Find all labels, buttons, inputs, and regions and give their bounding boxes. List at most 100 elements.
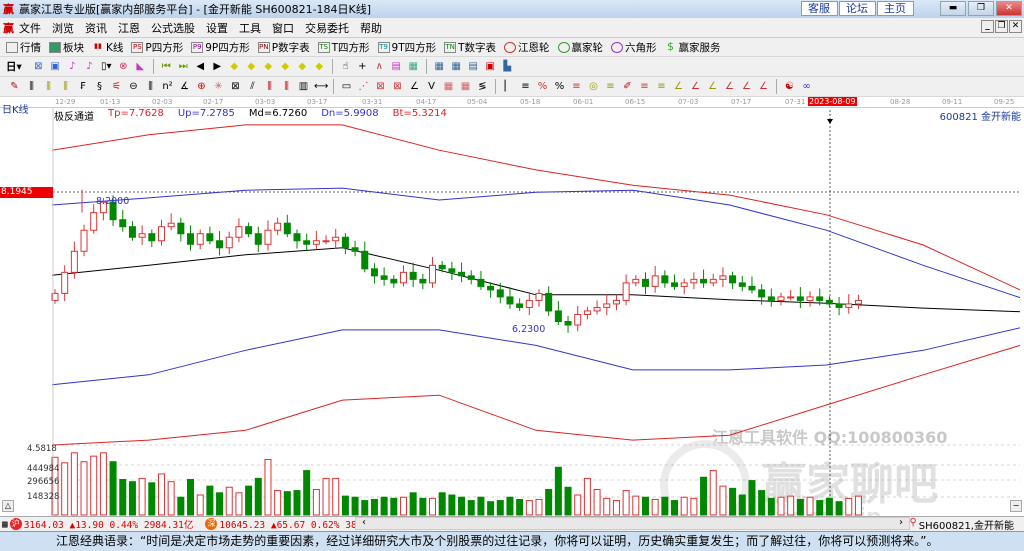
fan-icon[interactable]: ⚟ [110,80,123,93]
expand-panel-button[interactable]: △ [2,500,14,512]
info-icon[interactable]: ▣ [49,60,62,73]
crosshair-icon[interactable]: + [356,60,369,73]
zoom-icon[interactable]: ◆ [228,60,241,73]
menu-news[interactable]: 资讯 [85,20,107,36]
draw-icon[interactable]: ∧ [373,60,386,73]
percent2-icon[interactable]: ≡ [570,80,583,93]
star-icon[interactable]: ✳ [212,80,225,93]
angle5-icon[interactable]: ∠ [706,80,719,93]
restore-button[interactable]: ❐ [968,1,994,16]
yin-yang-icon[interactable]: ☯ [783,80,796,93]
menu-trade[interactable]: 交易委托 [305,20,349,36]
angle4-icon[interactable]: ∠ [689,80,702,93]
menu-formula[interactable]: 公式选股 [151,20,195,36]
menu-tools[interactable]: 工具 [239,20,261,36]
time2-icon[interactable]: ⫼ [263,80,276,93]
percent-icon[interactable]: % [553,80,566,93]
target-icon[interactable]: ⊕ [195,80,208,93]
pen2-icon[interactable]: ✐ [621,80,634,93]
tool-9p-square[interactable]: P9 9P四方形 [191,40,250,55]
menu-settings[interactable]: 设置 [206,20,228,36]
calculator-icon[interactable]: ▦ [450,60,463,73]
extreme-icon[interactable]: ⊗ [117,60,130,73]
parallel-lines-icon[interactable]: ⫼ [25,80,38,93]
menu-gann[interactable]: 江恩 [118,20,140,36]
gold2-icon[interactable]: ≡ [604,80,617,93]
channel-icon[interactable]: ≡ [519,80,532,93]
link-forum[interactable]: 论坛 [839,1,876,16]
color-icon[interactable]: ◣ [134,60,147,73]
minimize-button[interactable]: ▬ [940,1,966,16]
left-arrow-icon[interactable]: ◀ [194,60,207,73]
v-icon[interactable]: V [425,80,438,93]
indicator-icon[interactable]: ♪ [66,60,79,73]
menu-window[interactable]: 窗口 [272,20,294,36]
zoom5-icon[interactable]: ◆ [296,60,309,73]
zoom4-icon[interactable]: ◆ [279,60,292,73]
mdi-restore-button[interactable]: ❐ [995,20,1008,33]
sep-icon[interactable]: ▏ [502,80,515,93]
angle7-icon[interactable]: ∠ [740,80,753,93]
box-icon[interactable]: ⊠ [229,80,242,93]
spiral-icon[interactable]: § [93,80,106,93]
gann-icon[interactable]: ⫼ [42,80,55,93]
link-customer-service[interactable]: 客服 [801,1,838,16]
mdi-minimize-button[interactable]: _ [981,20,994,33]
tool-9t-square[interactable]: T9 9T四方形 [377,40,436,55]
gann2-icon[interactable]: ⫼ [59,80,72,93]
close-button[interactable]: ✕ [996,1,1022,16]
angle8-icon[interactable]: ∠ [757,80,770,93]
avg-icon[interactable]: ≡ [638,80,651,93]
first-icon[interactable]: ⏮ [160,60,173,73]
last-icon[interactable]: ⏭ [177,60,190,73]
link-homepage[interactable]: 主页 [877,1,914,16]
calendar-icon[interactable]: ▦ [433,60,446,73]
square-n-icon[interactable]: n² [161,80,174,93]
save-icon[interactable]: ▣ [484,60,497,73]
period-select[interactable]: 日 ▾ [6,59,22,74]
scroll-right-icon[interactable]: › [899,517,903,528]
tool-t-square[interactable]: TS T四方形 [317,40,370,55]
menu-file[interactable]: 文件 [19,20,41,36]
percent-line-icon[interactable]: % [536,80,549,93]
grid-icon[interactable]: ▦ [2,519,8,530]
pen-icon[interactable]: ✎ [8,80,21,93]
angle6-icon[interactable]: ∠ [723,80,736,93]
cycle-icon[interactable]: ⫼ [144,80,157,93]
angle2-icon[interactable]: ∠ [408,80,421,93]
tool-winner-wheel[interactable]: 赢家轮 [557,40,603,55]
lines-icon[interactable]: ≶ [476,80,489,93]
angle-icon[interactable]: ∡ [178,80,191,93]
menu-help[interactable]: 帮助 [360,20,382,36]
hand-icon[interactable]: ☝ [339,60,352,73]
app-menu-icon[interactable]: 赢 [3,20,19,36]
grid3-icon[interactable]: ▦ [459,80,472,93]
tool-p-table[interactable]: PN P数字表 [257,40,310,55]
tool-service[interactable]: $ 赢家服务 [665,40,721,55]
circle-icon[interactable]: ⊖ [127,80,140,93]
tool-p-square[interactable]: PS P四方形 [131,40,183,55]
kline-chart[interactable] [0,108,1024,516]
net-icon[interactable]: ⊠ [374,80,387,93]
tool-sectors[interactable]: 板块 [49,40,84,55]
tool-kline[interactable]: ▮▮ K线 [92,40,123,55]
tool-quotes[interactable]: 行情 [6,40,41,55]
collapse-panel-button[interactable]: − [1010,500,1022,512]
chart-type-icon[interactable]: ⊠ [32,60,45,73]
span-icon[interactable]: ⟷ [314,80,328,93]
candle-icon[interactable]: ▯▾ [100,60,113,73]
angle3-icon[interactable]: ∠ [672,80,685,93]
mark-icon[interactable]: ▤ [390,60,403,73]
mdi-close-button[interactable]: ✕ [1009,20,1022,33]
zoom2-icon[interactable]: ◆ [245,60,258,73]
gold3-icon[interactable]: ≡ [655,80,668,93]
zoom3-icon[interactable]: ◆ [262,60,275,73]
infinity-icon[interactable]: ∞ [800,80,813,93]
rect-icon[interactable]: ▭ [340,80,353,93]
grid-lines-icon[interactable]: ▥ [297,80,310,93]
time3-icon[interactable]: ⫼ [280,80,293,93]
truck-icon[interactable]: ▙ [501,60,514,73]
tool-hexagon[interactable]: 六角形 [611,40,657,55]
grid2-icon[interactable]: ▦ [442,80,455,93]
time-icon[interactable]: ⫽ [246,80,259,93]
